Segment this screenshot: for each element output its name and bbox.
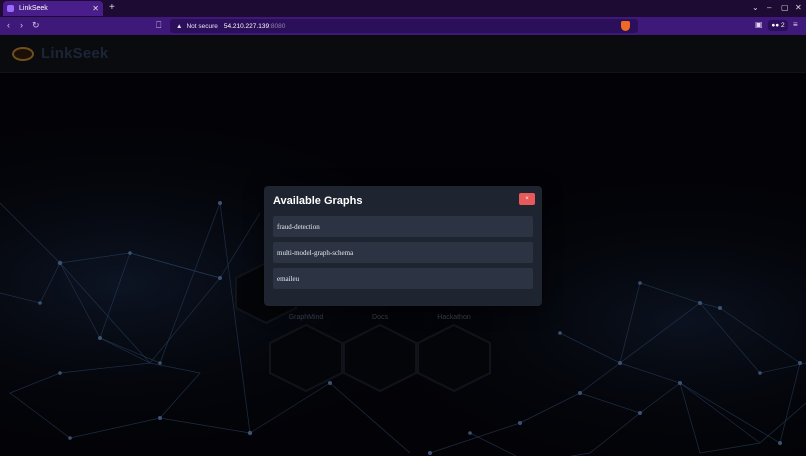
modal-close-button[interactable]: × (519, 193, 535, 205)
modal-title: Available Graphs (273, 195, 363, 207)
available-graphs-modal: Available Graphs × fraud-detection multi… (264, 186, 542, 306)
browser-tab-bar: LinkSeek ✕ + ⌄ – ▢ ✕ (0, 0, 806, 17)
tab-title: LinkSeek (19, 5, 48, 12)
extensions-icon: ●● (771, 22, 782, 29)
url-port: :8080 (269, 22, 286, 30)
menu-icon[interactable]: ≡ (793, 20, 798, 29)
tab-list-icon[interactable]: ⌄ (752, 3, 759, 12)
new-tab-button[interactable]: + (109, 2, 115, 13)
brave-shield-icon[interactable] (621, 21, 630, 31)
bookmark-icon[interactable]: ⎕ (156, 20, 161, 31)
maximize-icon[interactable]: ▢ (781, 3, 789, 12)
url-field[interactable]: ▲ Not secure 54.210.227.139 :8080 (170, 19, 638, 33)
back-icon[interactable]: ‹ (7, 20, 10, 30)
window-close-icon[interactable]: ✕ (795, 3, 802, 12)
graph-list-item[interactable]: multi-model-graph-schema (273, 242, 533, 263)
warning-icon: ▲ (176, 22, 183, 30)
graph-list-item[interactable]: emaileu (273, 268, 533, 289)
security-label: Not secure (186, 22, 218, 30)
forward-icon[interactable]: › (20, 20, 23, 30)
sidebar-icon[interactable]: ▣ (755, 20, 763, 29)
address-bar: ‹ › ↻ ⎕ ▲ Not secure 54.210.227.139 :808… (0, 17, 806, 35)
tab-close-icon[interactable]: ✕ (92, 4, 99, 13)
favicon-icon (7, 5, 14, 12)
url-host: 54.210.227.139 (223, 22, 270, 30)
minimize-icon[interactable]: – (767, 3, 771, 12)
reload-icon[interactable]: ↻ (32, 20, 40, 31)
extensions-button[interactable]: ●● 2 (768, 20, 788, 31)
extensions-count: 2 (781, 22, 785, 29)
graph-list-item[interactable]: fraud-detection (273, 216, 533, 237)
browser-tab[interactable]: LinkSeek ✕ (3, 1, 103, 16)
